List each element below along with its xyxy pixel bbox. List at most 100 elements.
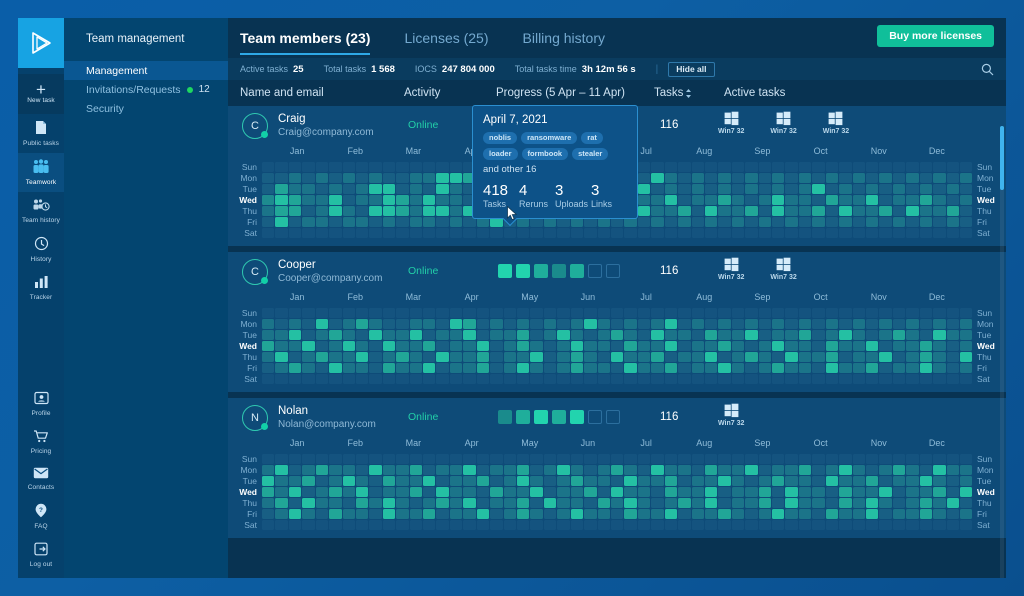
heatmap-cell[interactable] bbox=[651, 498, 663, 508]
heatmap-cell[interactable] bbox=[369, 228, 381, 238]
heatmap-cell[interactable] bbox=[772, 173, 784, 183]
heatmap-cell[interactable] bbox=[275, 509, 287, 519]
heatmap-cell[interactable] bbox=[396, 520, 408, 530]
heatmap-cell[interactable] bbox=[812, 509, 824, 519]
heatmap-cell[interactable] bbox=[853, 228, 865, 238]
heatmap-cell[interactable] bbox=[745, 498, 757, 508]
heatmap-cell[interactable] bbox=[947, 352, 959, 362]
heatmap-cell[interactable] bbox=[718, 308, 730, 318]
heatmap-cell[interactable] bbox=[289, 520, 301, 530]
heatmap-cell[interactable] bbox=[678, 363, 690, 373]
heatmap-cell[interactable] bbox=[436, 173, 448, 183]
heatmap-cell[interactable] bbox=[812, 330, 824, 340]
heatmap-cell[interactable] bbox=[517, 228, 529, 238]
heatmap-cell[interactable] bbox=[759, 498, 771, 508]
heatmap-cell[interactable] bbox=[463, 476, 475, 486]
os-badge[interactable]: Win7 32 bbox=[770, 257, 796, 281]
heatmap-cell[interactable] bbox=[853, 330, 865, 340]
heatmap-cell[interactable] bbox=[450, 195, 462, 205]
new-task-button[interactable]: + New task bbox=[18, 74, 64, 114]
heatmap-cell[interactable] bbox=[383, 195, 395, 205]
heatmap-cell[interactable] bbox=[463, 330, 475, 340]
heatmap-cell[interactable] bbox=[383, 308, 395, 318]
heatmap-cell[interactable] bbox=[436, 184, 448, 194]
buy-more-licenses-button[interactable]: Buy more licenses bbox=[877, 25, 994, 47]
heatmap-cell[interactable] bbox=[651, 465, 663, 475]
heatmap-cell[interactable] bbox=[879, 465, 891, 475]
heatmap-cell[interactable] bbox=[396, 509, 408, 519]
heatmap-cell[interactable] bbox=[947, 330, 959, 340]
heatmap-cell[interactable] bbox=[396, 465, 408, 475]
heatmap-cell[interactable] bbox=[383, 520, 395, 530]
heatmap-cell[interactable] bbox=[732, 363, 744, 373]
heatmap-cell[interactable] bbox=[343, 352, 355, 362]
heatmap-cell[interactable] bbox=[692, 330, 704, 340]
heatmap-cell[interactable] bbox=[812, 217, 824, 227]
heatmap-cell[interactable] bbox=[490, 319, 502, 329]
heatmap-cell[interactable] bbox=[799, 341, 811, 351]
heatmap-cell[interactable] bbox=[772, 520, 784, 530]
heatmap-cell[interactable] bbox=[530, 498, 542, 508]
heatmap-cell[interactable] bbox=[879, 352, 891, 362]
heatmap-cell[interactable] bbox=[410, 487, 422, 497]
heatmap-cell[interactable] bbox=[383, 319, 395, 329]
heatmap-cell[interactable] bbox=[866, 173, 878, 183]
heatmap-cell[interactable] bbox=[866, 217, 878, 227]
heatmap-cell[interactable] bbox=[960, 520, 972, 530]
heatmap-cell[interactable] bbox=[920, 476, 932, 486]
heatmap-cell[interactable] bbox=[638, 352, 650, 362]
heatmap-cell[interactable] bbox=[947, 217, 959, 227]
heatmap-cell[interactable] bbox=[665, 487, 677, 497]
heatmap-cell[interactable] bbox=[450, 374, 462, 384]
heatmap-cell[interactable] bbox=[316, 319, 328, 329]
tooltip-tag[interactable]: ransomware bbox=[521, 132, 577, 144]
heatmap-cell[interactable] bbox=[893, 476, 905, 486]
heatmap-cell[interactable] bbox=[866, 498, 878, 508]
heatmap-cell[interactable] bbox=[383, 162, 395, 172]
heatmap-cell[interactable] bbox=[571, 363, 583, 373]
heatmap-cell[interactable] bbox=[933, 228, 945, 238]
heatmap-cell[interactable] bbox=[356, 228, 368, 238]
heatmap-cell[interactable] bbox=[517, 520, 529, 530]
heatmap-cell[interactable] bbox=[933, 454, 945, 464]
heatmap-cell[interactable] bbox=[745, 374, 757, 384]
heatmap-cell[interactable] bbox=[423, 352, 435, 362]
heatmap-cell[interactable] bbox=[678, 173, 690, 183]
heatmap-cell[interactable] bbox=[383, 352, 395, 362]
heatmap-cell[interactable] bbox=[544, 509, 556, 519]
scrollbar-thumb[interactable] bbox=[1000, 126, 1004, 190]
heatmap-cell[interactable] bbox=[396, 319, 408, 329]
heatmap-cell[interactable] bbox=[920, 454, 932, 464]
heatmap-cell[interactable] bbox=[343, 217, 355, 227]
heatmap-cell[interactable] bbox=[343, 330, 355, 340]
heatmap-cell[interactable] bbox=[316, 498, 328, 508]
heatmap-cell[interactable] bbox=[718, 498, 730, 508]
heatmap-cell[interactable] bbox=[933, 352, 945, 362]
table-row[interactable]: NNolanNolan@company.comOnline116Win7 32J… bbox=[228, 398, 1006, 538]
heatmap-cell[interactable] bbox=[839, 476, 851, 486]
heatmap-cell[interactable] bbox=[866, 206, 878, 216]
heatmap-cell[interactable] bbox=[692, 162, 704, 172]
heatmap-cell[interactable] bbox=[436, 217, 448, 227]
heatmap-cell[interactable] bbox=[678, 206, 690, 216]
heatmap-cell[interactable] bbox=[624, 363, 636, 373]
heatmap-cell[interactable] bbox=[893, 173, 905, 183]
heatmap-cell[interactable] bbox=[960, 454, 972, 464]
heatmap-cell[interactable] bbox=[584, 308, 596, 318]
heatmap-cell[interactable] bbox=[356, 465, 368, 475]
heatmap-cell[interactable] bbox=[638, 195, 650, 205]
heatmap-cell[interactable] bbox=[893, 330, 905, 340]
heatmap-cell[interactable] bbox=[772, 217, 784, 227]
heatmap-cell[interactable] bbox=[718, 509, 730, 519]
heatmap-cell[interactable] bbox=[960, 228, 972, 238]
heatmap-cell[interactable] bbox=[879, 476, 891, 486]
heatmap-cell[interactable] bbox=[396, 228, 408, 238]
heatmap-cell[interactable] bbox=[933, 487, 945, 497]
sidebar-item-management[interactable]: Management bbox=[64, 61, 228, 80]
heatmap-cell[interactable] bbox=[316, 184, 328, 194]
heatmap-cell[interactable] bbox=[705, 520, 717, 530]
heatmap-cell[interactable] bbox=[571, 341, 583, 351]
heatmap-cell[interactable] bbox=[343, 319, 355, 329]
heatmap-cell[interactable] bbox=[369, 498, 381, 508]
heatmap-cell[interactable] bbox=[316, 363, 328, 373]
